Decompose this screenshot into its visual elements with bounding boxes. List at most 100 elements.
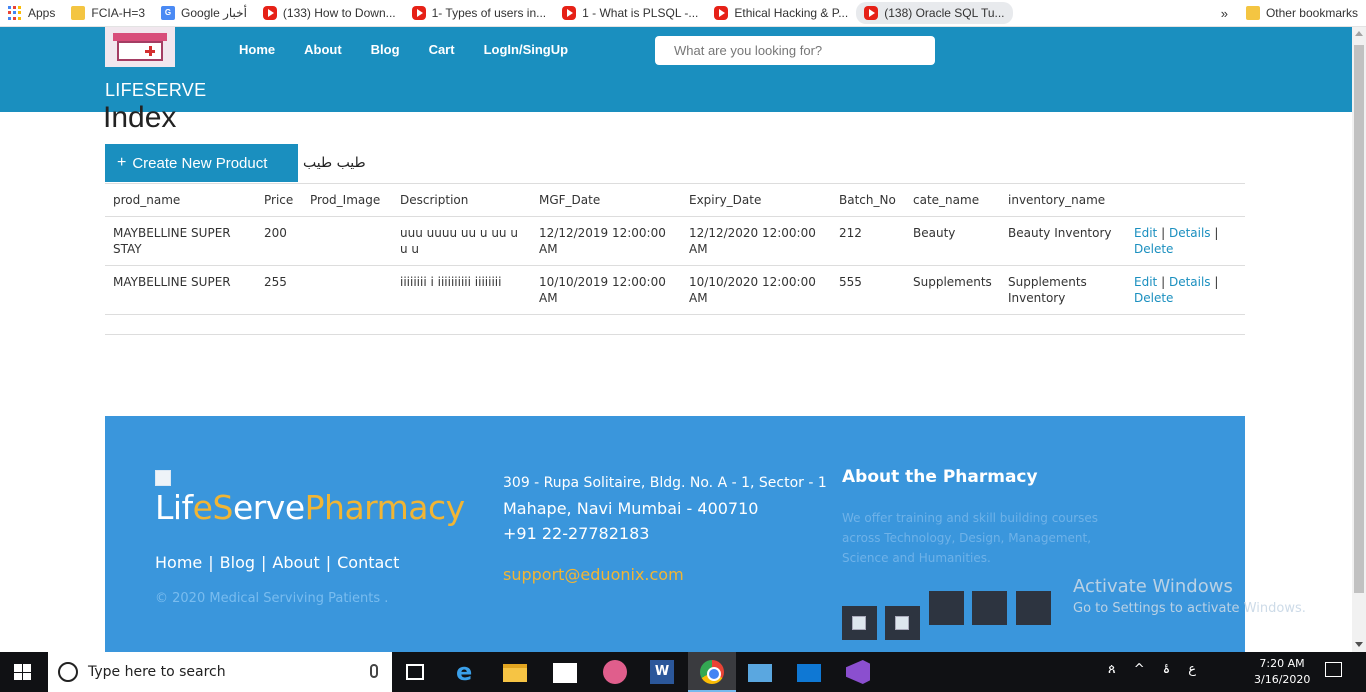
details-link[interactable]: Details <box>1169 226 1211 240</box>
apps-grid-icon <box>8 6 22 20</box>
bookmark-youtube-1[interactable]: (133) How to Down... <box>255 2 404 24</box>
bookmark-youtube-2[interactable]: 1- Types of users in... <box>404 2 555 24</box>
link-separator: | <box>1161 275 1166 289</box>
social-button-1[interactable] <box>842 606 877 640</box>
youtube-icon <box>864 6 879 20</box>
cell-cate-name: Beauty <box>905 216 1000 266</box>
taskbar-clock[interactable]: 7:20 AM 3/16/2020 <box>1254 656 1310 688</box>
cortana-icon <box>58 662 78 682</box>
brand-part: Lif <box>155 488 193 527</box>
column-header: Prod_Image <box>302 183 392 217</box>
main-nav: Home About Blog Cart LogIn/SingUp <box>239 42 597 57</box>
microphone-icon[interactable] <box>370 664 378 678</box>
footer-about-heading: About the Pharmacy <box>842 467 1038 487</box>
cell-batch-no: 555 <box>831 265 905 315</box>
table-header-row: prod_name Price Prod_Image Description M… <box>105 183 1245 217</box>
social-button-2[interactable] <box>885 606 920 640</box>
system-tray: ጰ ^ ۂ ع <box>1108 662 1196 677</box>
cell-batch-no: 212 <box>831 216 905 266</box>
footer-link-separator: | <box>261 553 267 572</box>
nav-cart[interactable]: Cart <box>429 42 455 57</box>
search-input[interactable] <box>655 36 935 65</box>
windows-taskbar: Type here to search e W ጰ ^ ۂ ع 7:20 AM … <box>0 652 1366 692</box>
input-language-indicator[interactable]: ع <box>1188 662 1196 677</box>
footer-about-text: We offer training and skill building cou… <box>842 511 1099 565</box>
edge-browser-icon[interactable]: e <box>456 660 480 684</box>
plus-icon: + <box>117 154 127 171</box>
bookmark-folder-fcia[interactable]: FCIA-H=3 <box>63 2 153 24</box>
column-header: Description <box>392 183 531 217</box>
word-icon[interactable]: W <box>650 660 674 684</box>
table-row: MAYBELLINE SUPER STAY 200 uuu uuuu uu u … <box>105 216 1245 266</box>
store-icon[interactable] <box>553 663 577 683</box>
nav-blog[interactable]: Blog <box>371 42 400 57</box>
create-button-label: Create New Product <box>132 154 268 172</box>
bookmark-youtube-5[interactable]: (138) Oracle SQL Tu... <box>856 2 1013 24</box>
column-header: Expiry_Date <box>681 183 831 217</box>
scroll-thumb[interactable] <box>1354 45 1364 593</box>
create-new-product-button[interactable]: + Create New Product <box>105 144 298 182</box>
footer-link-home[interactable]: Home <box>155 553 202 572</box>
social-button-5[interactable] <box>1016 591 1051 625</box>
bookmark-label: Google أخبار <box>181 6 247 20</box>
table-row: MAYBELLINE SUPER 255 iiiiiiii i iiiiiiii… <box>105 265 1245 315</box>
bookmark-label: Other bookmarks <box>1265 6 1358 20</box>
footer-link-blog[interactable]: Blog <box>220 553 255 572</box>
edit-link[interactable]: Edit <box>1134 275 1157 289</box>
bookmark-youtube-4[interactable]: Ethical Hacking & P... <box>706 2 856 24</box>
chrome-icon[interactable] <box>700 660 724 684</box>
paint-icon[interactable] <box>603 660 627 684</box>
broken-image-icon <box>155 470 171 486</box>
delete-link[interactable]: Delete <box>1134 291 1173 305</box>
bookmark-apps[interactable]: Apps <box>0 2 63 24</box>
bookmark-other[interactable]: Other bookmarks <box>1238 2 1366 24</box>
footer-address: 309 - Rupa Solitaire, Bldg. No. A - 1, S… <box>503 471 827 521</box>
speaker-icon[interactable]: ۂ <box>1163 662 1171 677</box>
column-header: prod_name <box>105 183 256 217</box>
details-link[interactable]: Details <box>1169 275 1211 289</box>
cell-price: 255 <box>256 265 302 315</box>
pharmacy-logo[interactable] <box>105 27 175 67</box>
remote-desktop-icon[interactable] <box>748 664 772 682</box>
delete-link[interactable]: Delete <box>1134 242 1173 256</box>
youtube-icon <box>262 6 277 20</box>
nav-login-signup[interactable]: LogIn/SingUp <box>484 42 568 57</box>
taskbar-search-placeholder: Type here to search <box>88 664 226 680</box>
edit-link[interactable]: Edit <box>1134 226 1157 240</box>
cell-prod-name: MAYBELLINE SUPER STAY <box>105 216 256 266</box>
show-hidden-icons-chevron-icon[interactable]: ^ <box>1134 662 1145 677</box>
logo-roof <box>113 33 167 41</box>
file-explorer-icon[interactable] <box>503 664 527 682</box>
scroll-up-arrow-icon[interactable] <box>1355 31 1363 36</box>
logo-shop <box>117 41 163 61</box>
footer-email-link[interactable]: support@eduonix.com <box>503 565 684 584</box>
medical-cross-icon <box>145 46 155 56</box>
broken-image-icon <box>895 616 909 630</box>
google-news-icon: G <box>161 6 176 20</box>
page-scrollbar[interactable] <box>1352 27 1366 652</box>
mail-icon[interactable] <box>797 664 821 682</box>
brand-part: S <box>212 488 233 527</box>
nav-home[interactable]: Home <box>239 42 275 57</box>
scroll-down-arrow-icon[interactable] <box>1355 642 1363 647</box>
cell-prod-image <box>302 265 392 315</box>
site-footer: LifeServePharmacy Home | Blog | About | Contac… <box>105 416 1245 652</box>
cell-price: 200 <box>256 216 302 266</box>
watermark-title: Activate Windows <box>1073 576 1233 597</box>
footer-link-contact[interactable]: Contact <box>337 553 399 572</box>
nav-about[interactable]: About <box>304 42 342 57</box>
cell-description: uuu uuuu uu u uu u u u <box>392 216 531 266</box>
task-view-icon[interactable] <box>406 664 424 680</box>
notifications-icon[interactable] <box>1325 662 1342 677</box>
bookmark-youtube-3[interactable]: 1 - What is PLSQL -... <box>554 2 706 24</box>
bookmark-google-news[interactable]: G Google أخبار <box>153 2 255 24</box>
footer-brand: LifeServePharmacy <box>155 488 465 527</box>
social-button-3[interactable] <box>929 591 964 625</box>
bookmarks-overflow-button[interactable]: » <box>1211 2 1238 24</box>
footer-link-about[interactable]: About <box>272 553 319 572</box>
taskbar-search-box[interactable]: Type here to search <box>48 652 392 692</box>
people-icon[interactable]: ጰ <box>1108 662 1116 677</box>
social-button-4[interactable] <box>972 591 1007 625</box>
windows-start-icon[interactable] <box>14 664 31 680</box>
visual-studio-icon[interactable] <box>846 660 870 684</box>
